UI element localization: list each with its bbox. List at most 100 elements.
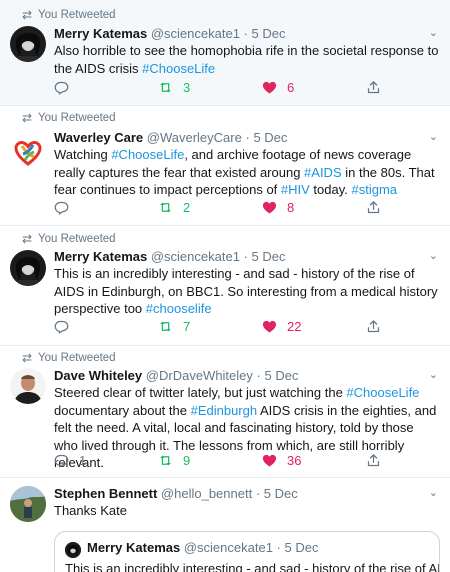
chevron-down-icon[interactable]: ⌄ — [429, 249, 438, 262]
tweet-text-segment: documentary about the — [54, 402, 191, 418]
reply-icon — [54, 453, 69, 468]
heart-icon — [262, 319, 277, 334]
tweet-text-segment: Watching — [54, 147, 112, 162]
hashtag-link[interactable]: #HIV — [281, 182, 310, 197]
reply-icon — [54, 200, 69, 215]
tweet-date[interactable]: 5 Dec — [252, 249, 286, 264]
share-button[interactable] — [366, 80, 381, 95]
retweet-context: ⇄ You Retweeted — [22, 232, 116, 246]
display-name[interactable]: Waverley Care — [54, 130, 143, 145]
user-handle[interactable]: @WaverleyCare — [147, 130, 242, 145]
share-icon — [366, 453, 381, 468]
retweet-icon — [158, 453, 173, 468]
like-count: 6 — [287, 80, 295, 95]
tweet-text: Thanks Kate — [54, 502, 440, 520]
retweet-icon — [158, 319, 173, 334]
heart-icon — [262, 200, 277, 215]
quoted-text: This is an incredibly interesting - and … — [65, 561, 440, 572]
tweet-date[interactable]: 5 Dec — [252, 26, 286, 41]
retweet-button[interactable]: 9 — [158, 453, 190, 468]
reply-button[interactable] — [54, 319, 69, 334]
retweet-context-icon: ⇄ — [22, 111, 33, 125]
like-button[interactable]: 8 — [262, 200, 294, 215]
tweet-header: Stephen Bennett @hello_bennett · 5 Dec — [54, 486, 438, 501]
reply-button[interactable] — [54, 200, 69, 215]
display-name[interactable]: Stephen Bennett — [54, 486, 157, 501]
display-name[interactable]: Merry Katemas — [54, 26, 147, 41]
quoted-tweet[interactable]: Merry Katemas @sciencekate1 · 5 Dec This… — [54, 531, 440, 572]
chevron-down-icon[interactable]: ⌄ — [429, 368, 438, 381]
avatar[interactable] — [10, 486, 46, 522]
tweet-actions: 7 22 — [54, 319, 438, 337]
tweet-header: Merry Katemas @sciencekate1 · 5 Dec — [54, 249, 438, 264]
reply-button[interactable] — [54, 80, 69, 95]
separator-dot: · — [243, 26, 248, 41]
retweet-context-icon: ⇄ — [22, 232, 33, 246]
tweet-date[interactable]: 5 Dec — [265, 368, 299, 383]
user-handle[interactable]: @sciencekate1 — [151, 249, 240, 264]
like-button[interactable]: 22 — [262, 319, 301, 334]
reply-icon — [54, 80, 69, 95]
retweet-context: ⇄ You Retweeted — [22, 351, 116, 365]
retweet-context: ⇄ You Retweeted — [22, 8, 116, 22]
chevron-down-icon[interactable]: ⌄ — [429, 486, 438, 499]
display-name[interactable]: Merry Katemas — [54, 249, 147, 264]
like-button[interactable]: 6 — [262, 80, 294, 95]
tweet-text-segment: Steered clear of twitter lately, but jus… — [54, 385, 347, 400]
hashtag-link[interactable]: #stigma — [352, 182, 398, 197]
like-count: 8 — [287, 200, 295, 215]
tweet-header: Waverley Care @WaverleyCare · 5 Dec — [54, 130, 438, 145]
retweet-context-label: You Retweeted — [38, 9, 116, 21]
hashtag-link[interactable]: #Edinburgh — [191, 403, 258, 418]
share-icon — [366, 80, 381, 95]
retweet-count: 7 — [183, 319, 191, 334]
share-button[interactable] — [366, 453, 381, 468]
retweet-context-icon: ⇄ — [22, 351, 33, 365]
retweet-count: 3 — [183, 80, 191, 95]
retweet-context-label: You Retweeted — [38, 112, 116, 124]
tweet-actions: 3 6 — [54, 80, 438, 98]
tweet-text-segment: Thanks Kate — [54, 503, 127, 518]
chevron-down-icon[interactable]: ⌄ — [429, 26, 438, 39]
hashtag-link[interactable]: #ChooseLife — [142, 61, 215, 76]
user-handle[interactable]: @hello_bennett — [161, 486, 252, 501]
hashtag-link[interactable]: #chooselife — [146, 301, 212, 316]
tweet[interactable]: ⇄ You Retweeted Merry Katemas @scienceka… — [0, 226, 450, 346]
display-name[interactable]: Dave Whiteley — [54, 368, 142, 383]
like-count: 22 — [287, 319, 302, 334]
user-handle[interactable]: @DrDaveWhiteley — [146, 368, 253, 383]
hashtag-link[interactable]: #ChooseLife — [346, 385, 419, 400]
avatar[interactable] — [10, 26, 46, 62]
share-icon — [366, 319, 381, 334]
hashtag-link[interactable]: #AIDS — [304, 165, 342, 180]
retweet-icon — [158, 80, 173, 95]
retweet-icon — [158, 200, 173, 215]
share-button[interactable] — [366, 200, 381, 215]
tweet[interactable]: Stephen Bennett @hello_bennett · 5 Dec ⌄… — [0, 478, 450, 572]
retweet-button[interactable]: 7 — [158, 319, 190, 334]
tweet[interactable]: ⇄ You Retweeted Merry Katemas @scienceka… — [0, 0, 450, 106]
tweet[interactable]: ⇄ You Retweeted Waverley Care @WaverleyC… — [0, 106, 450, 226]
like-count: 36 — [287, 453, 302, 468]
tweet-text-segment: today. — [309, 182, 352, 197]
avatar[interactable] — [10, 134, 46, 170]
chevron-down-icon[interactable]: ⌄ — [429, 130, 438, 143]
separator-dot: · — [243, 249, 248, 264]
tweet-text-segment: This is an incredibly interesting - and … — [54, 266, 438, 316]
retweet-context-label: You Retweeted — [38, 352, 116, 364]
tweet[interactable]: ⇄ You Retweeted Dave Whiteley @DrDaveWhi… — [0, 346, 450, 478]
share-button[interactable] — [366, 319, 381, 334]
user-handle[interactable]: @sciencekate1 — [151, 26, 240, 41]
tweet-header: Dave Whiteley @DrDaveWhiteley · 5 Dec — [54, 368, 438, 383]
like-button[interactable]: 36 — [262, 453, 301, 468]
heart-icon — [262, 453, 277, 468]
tweet-date[interactable]: 5 Dec — [253, 130, 287, 145]
avatar[interactable] — [10, 250, 46, 286]
avatar[interactable] — [10, 368, 46, 404]
tweet-date[interactable]: 5 Dec — [264, 486, 298, 501]
reply-button[interactable]: 1 — [54, 453, 86, 468]
tweet-text: This is an incredibly interesting - and … — [54, 265, 440, 318]
retweet-button[interactable]: 3 — [158, 80, 190, 95]
retweet-button[interactable]: 2 — [158, 200, 190, 215]
hashtag-link[interactable]: #ChooseLife — [111, 147, 184, 162]
